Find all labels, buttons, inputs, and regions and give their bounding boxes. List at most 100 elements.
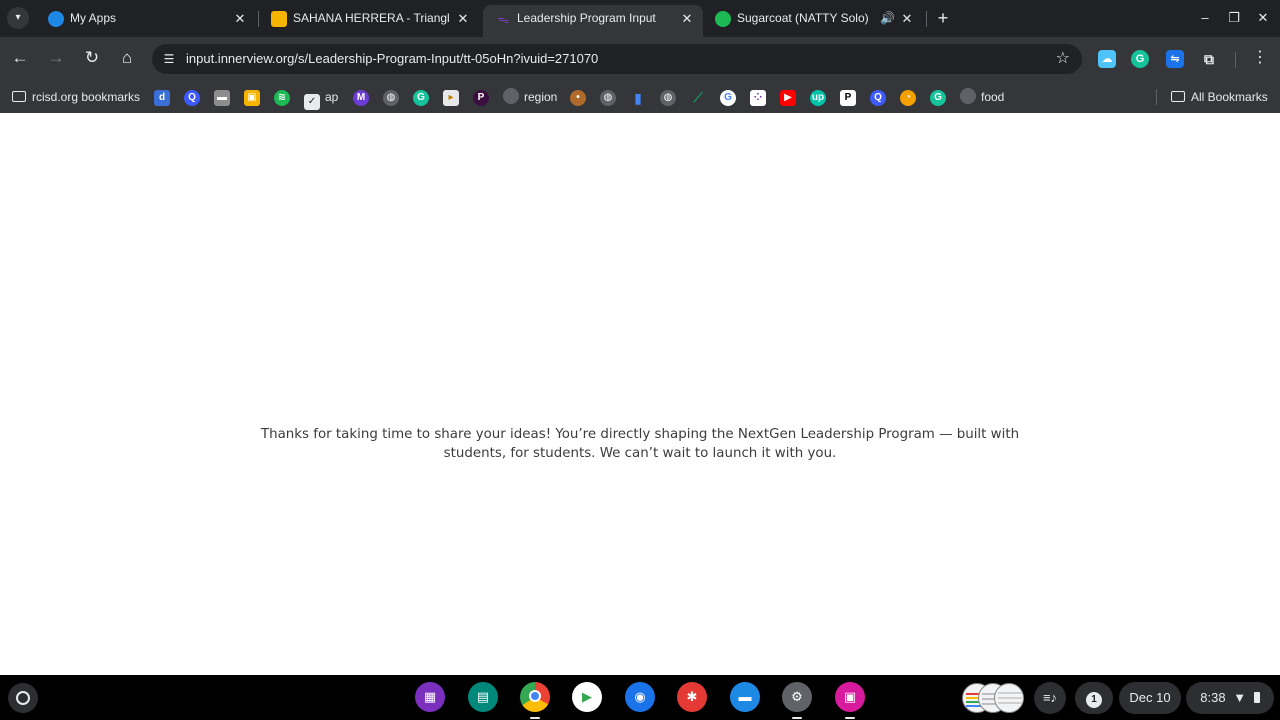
close-icon[interactable]: ✕ [679,5,695,32]
bookmarks-bar: rcisd.org bookmarks d Q ▬ ▣ ≋ ✓ ap M ◍ G … [0,81,1280,113]
shelf-app-files-icon[interactable]: ▬ [730,682,760,712]
screenshot-thumbnail [994,683,1024,713]
bookmark-classroom-icon[interactable]: ▣ [244,90,260,106]
shelf-app-classroom-icon[interactable]: ▤ [468,682,498,712]
address-bar[interactable]: ☰ input.innerview.org/s/Leadership-Progr… [152,44,1082,74]
shelf-app-innerview-icon[interactable]: ▣ [835,682,865,712]
read-write-extension-icon[interactable]: ⇋ [1166,50,1184,68]
bookmark-dice-icon[interactable]: ⁘ [750,90,766,106]
toolbar-separator [1235,52,1236,68]
bookmark-m-icon[interactable]: M [353,90,369,106]
bookmark-folder-label: rcisd.org bookmarks [32,90,141,104]
shelf-app-camera-icon[interactable]: ◉ [625,682,655,712]
bookmark-feather-icon[interactable]: ⟋ [690,90,706,106]
cloud-extension-icon[interactable]: ☁ [1098,50,1116,68]
back-button[interactable]: ← [9,47,31,69]
restore-button[interactable]: ❐ [1222,7,1246,29]
close-icon[interactable]: ✕ [232,5,248,32]
bookmark-star-icon[interactable]: ☆ [1056,44,1070,74]
home-button[interactable]: ⌂ [116,47,138,69]
bookmark-p-icon[interactable]: P [473,90,489,106]
bookmark-screen-icon[interactable]: ▬ [214,90,230,106]
shelf-app-chrome-icon[interactable] [520,682,550,712]
chrome-menu-button[interactable]: ⋮ [1252,47,1268,69]
running-indicator [792,717,802,719]
speaker-icon[interactable]: 🔊 [880,5,895,32]
bookmark-youtube-icon[interactable]: ▶ [780,90,796,106]
close-icon[interactable]: ✕ [899,5,915,32]
site-settings-icon[interactable]: ☰ [160,50,178,68]
tab-title: Leadership Program Input [517,11,656,25]
globe-icon[interactable]: ◍ [383,90,399,106]
battery-icon [1253,692,1260,703]
bookmark-label: ap [325,90,339,104]
media-controls-icon[interactable]: ≡♪ [1034,682,1066,714]
bookmark-ap[interactable]: ✓ ap [304,87,339,110]
tab-sahana-herrera[interactable]: SAHANA HERRERA - Triangle C ✕ [259,5,479,37]
extensions-puzzle-icon[interactable]: ⧉ [1200,50,1218,68]
bookmark-d-icon[interactable]: d [154,90,170,106]
bookmark-region[interactable]: region [503,87,557,107]
launcher-icon [16,691,30,705]
thank-you-message: Thanks for taking time to share your ide… [260,427,1020,461]
tab-separator [926,11,927,27]
tab-title: My Apps [70,11,117,25]
system-shelf: ▦ ▤ ▶ ◉ ✱ ▬ ⚙ ▣ ≡♪ 1 Dec 10 8:38 ▼ [0,675,1280,720]
bookmark-folder-rcisd[interactable]: rcisd.org bookmarks [12,87,140,107]
bookmark-quizlet-icon[interactable]: Q [184,90,200,106]
forward-button[interactable]: → [45,47,67,69]
all-bookmarks-button[interactable]: All Bookmarks [1171,87,1268,107]
slides-icon [271,11,287,27]
bookmark-google-icon[interactable]: G [720,90,736,106]
shelf-app-photos-icon[interactable]: ▦ [415,682,445,712]
new-tab-button[interactable]: + [933,7,953,29]
tab-search-button[interactable]: ▾ [7,7,29,29]
shelf-app-settings-icon[interactable]: ⚙ [782,682,812,712]
notification-center[interactable]: 1 [1075,682,1113,714]
globe-icon[interactable]: ◍ [660,90,676,106]
shelf-app-play-store-icon[interactable]: ▶ [572,682,602,712]
shield-icon: ✓ [304,94,320,110]
window-close-button[interactable]: ✕ [1251,7,1275,29]
reload-button[interactable]: ↻ [81,47,103,69]
minimize-button[interactable]: – [1193,7,1217,29]
bookmark-grammarly-icon[interactable]: G [930,90,946,106]
url-text[interactable]: input.innerview.org/s/Leadership-Program… [186,44,598,74]
bookmark-label: region [524,90,558,104]
bookmark-quizlet-icon[interactable]: Q [870,90,886,106]
tab-strip: ▾ My Apps ✕ SAHANA HERRERA - Triangle C … [0,0,1280,37]
close-icon[interactable]: ✕ [455,5,471,32]
notification-count: 1 [1086,692,1102,708]
tab-my-apps[interactable]: My Apps ✕ [36,5,256,37]
grammarly-extension-icon[interactable]: G [1131,50,1149,68]
shelf-app-canvas-icon[interactable]: ✱ [677,682,707,712]
holding-space[interactable] [962,683,1024,713]
tab-leadership-program-input[interactable]: ᯓ Leadership Program Input ✕ [483,5,703,37]
running-indicator [530,717,540,719]
calendar-date[interactable]: Dec 10 [1119,682,1181,714]
bookmark-birds-icon[interactable]: • [570,90,586,106]
spotify-icon [715,11,731,27]
wifi-icon: ▼ [1233,690,1247,705]
globe-icon [503,88,519,104]
bookmark-food[interactable]: food [960,87,1004,107]
date-text: Dec 10 [1129,690,1171,705]
status-area[interactable]: 8:38 ▼ [1186,682,1274,714]
bookmark-ribbon-icon[interactable]: ▮ [630,90,646,106]
bookmark-grammarly-icon[interactable]: G [413,90,429,106]
tab-sugarcoat[interactable]: Sugarcoat (NATTY Solo) · N 🔊 ✕ [703,5,923,37]
tab-title: SAHANA HERRERA - Triangle C [293,11,449,25]
time-text: 8:38 [1200,690,1226,705]
globe-icon[interactable]: ◍ [600,90,616,106]
bookmark-spotify-icon[interactable]: ≋ [274,90,290,106]
bookmark-slides-icon[interactable]: ▸ [443,90,459,106]
bookmark-owl-icon[interactable]: ◔ [900,90,916,106]
bookmark-up-icon[interactable]: up [810,90,826,106]
browser-window: ▾ My Apps ✕ SAHANA HERRERA - Triangle C … [0,0,1280,113]
bookmarks-separator [1156,89,1157,105]
bookmark-p-square-icon[interactable]: P [840,90,856,106]
folder-icon [1171,91,1185,102]
launcher-button[interactable] [8,683,38,713]
cloud-app-icon [48,11,64,27]
globe-icon [960,88,976,104]
